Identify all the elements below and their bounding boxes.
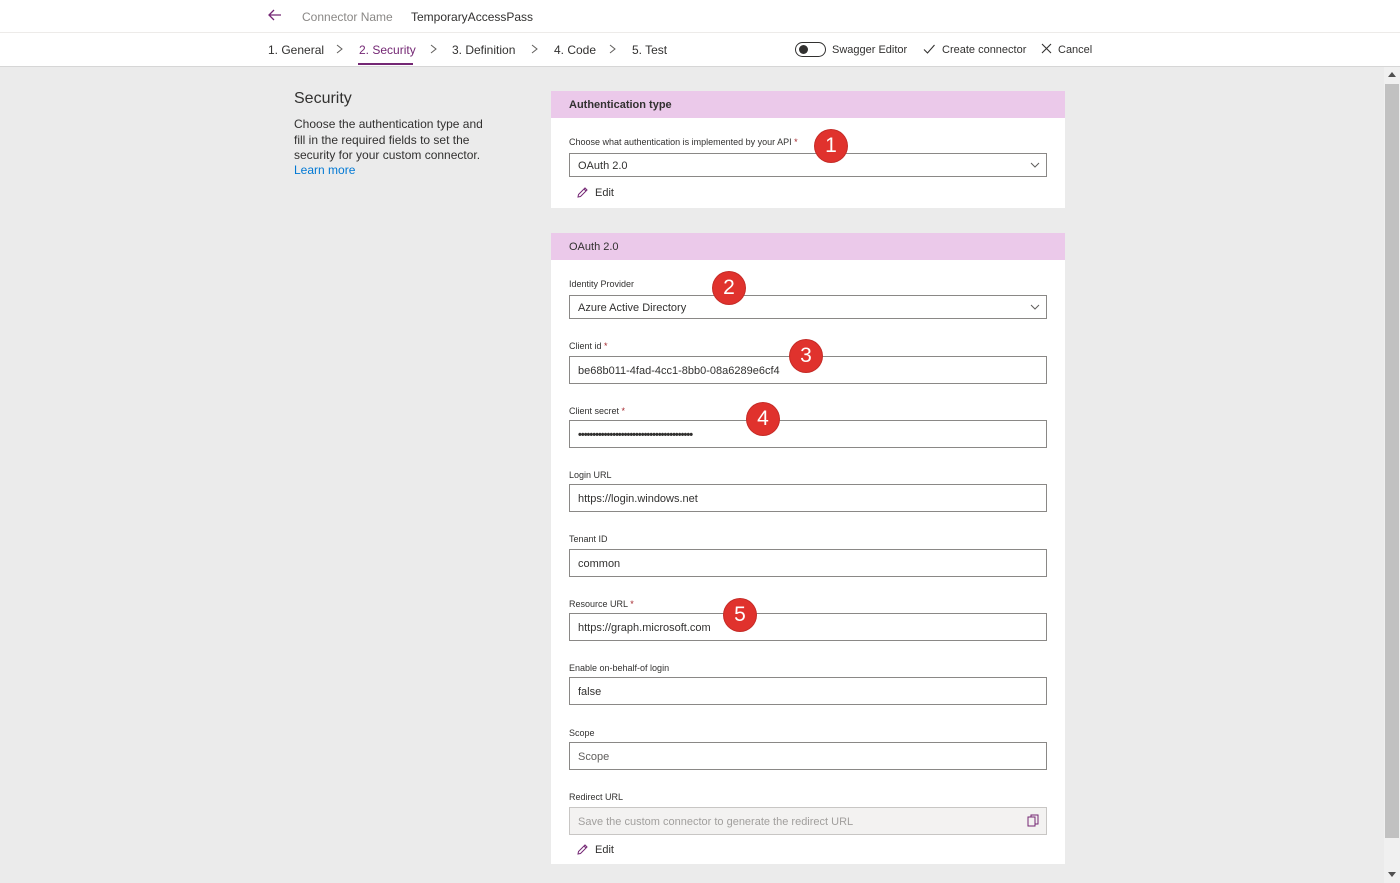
authentication-type-dropdown[interactable]: OAuth 2.0 [569, 153, 1047, 177]
client-id-label-row: Client id * [569, 341, 608, 351]
required-marker: * [604, 341, 608, 351]
redirect-url-input: Save the custom connector to generate th… [569, 807, 1047, 835]
annotation-badge: 3 [790, 340, 822, 372]
pencil-icon [577, 187, 588, 198]
dropdown-value: OAuth 2.0 [578, 160, 628, 172]
step-navigation: 1. General 2. Security 3. Definition 4. … [0, 33, 1400, 67]
authentication-type-card: Authentication type Choose what authenti… [551, 91, 1065, 208]
identity-provider-dropdown[interactable]: Azure Active Directory [569, 295, 1047, 319]
client-secret-label-row: Client secret * [569, 406, 625, 416]
step-test[interactable]: 5. Test [632, 43, 667, 57]
learn-more-link[interactable]: Learn more [294, 163, 355, 177]
client-id-label: Client id [569, 341, 602, 351]
chevron-down-icon [1030, 162, 1040, 168]
chevron-right-icon [609, 44, 616, 54]
cancel-button[interactable]: Cancel [1058, 44, 1092, 56]
oauth-card: OAuth 2.0 Identity Provider Azure Active… [551, 233, 1065, 864]
identity-provider-label: Identity Provider [569, 279, 635, 289]
swagger-editor-toggle[interactable] [795, 42, 826, 57]
on-behalf-of-label: Enable on-behalf-of login [569, 663, 670, 673]
pencil-icon [577, 844, 588, 855]
field-label: Choose what authentication is implemente… [569, 137, 798, 147]
section-description: Choose the authentication type and fill … [294, 117, 483, 162]
annotation-badge: 2 [713, 272, 745, 304]
step-definition[interactable]: 3. Definition [452, 43, 515, 57]
scope-input[interactable]: Scope [569, 742, 1047, 770]
required-marker: * [621, 406, 626, 416]
section-title: Security [294, 90, 352, 107]
copy-icon[interactable] [1027, 814, 1039, 828]
connector-name-value[interactable]: TemporaryAccessPass [411, 10, 533, 24]
back-arrow-icon[interactable] [266, 6, 284, 24]
client-secret-input[interactable]: •••••••••••••••••••••••••••••••••••••••• [569, 420, 1047, 448]
close-icon[interactable] [1040, 42, 1053, 55]
login-url-input[interactable]: https://login.windows.net [569, 484, 1047, 512]
chevron-right-icon [336, 44, 343, 54]
login-url-label: Login URL [569, 470, 612, 480]
card-header: Authentication type [551, 91, 1065, 118]
scroll-down-arrow-icon[interactable] [1387, 871, 1397, 879]
create-connector-button[interactable]: Create connector [942, 44, 1026, 56]
scope-label: Scope [569, 728, 595, 738]
redirect-url-label: Redirect URL [569, 792, 624, 802]
auth-type-label: Choose what authentication is implemente… [569, 137, 792, 147]
resource-url-label: Resource URL [569, 599, 628, 609]
client-secret-label: Client secret [569, 406, 620, 416]
scrollbar-thumb[interactable] [1385, 84, 1399, 838]
step-general[interactable]: 1. General [268, 43, 324, 57]
checkmark-icon[interactable] [922, 42, 936, 56]
toggle-knob [799, 45, 808, 54]
dropdown-value: Azure Active Directory [578, 302, 687, 314]
edit-label: Edit [595, 187, 614, 199]
resource-url-input[interactable]: https://graph.microsoft.com [569, 613, 1047, 641]
scroll-up-arrow-icon[interactable] [1387, 70, 1397, 78]
annotation-badge: 1 [815, 130, 847, 162]
step-security[interactable]: 2. Security [359, 43, 416, 57]
tenant-id-label: Tenant ID [569, 534, 608, 544]
resource-url-label-row: Resource URL * [569, 599, 634, 609]
swagger-editor-label[interactable]: Swagger Editor [832, 44, 907, 56]
connector-name-label: Connector Name [302, 10, 393, 24]
required-marker: * [794, 137, 798, 147]
required-marker: * [630, 599, 634, 609]
tenant-id-input[interactable]: common [569, 549, 1047, 577]
step-code[interactable]: 4. Code [554, 43, 596, 57]
active-step-underline [358, 63, 413, 65]
chevron-right-icon [430, 44, 437, 54]
on-behalf-of-input[interactable]: false [569, 677, 1047, 705]
annotation-badge: 5 [724, 599, 756, 631]
chevron-down-icon [1030, 304, 1040, 310]
annotation-badge: 4 [747, 403, 779, 435]
chevron-right-icon [531, 44, 538, 54]
redirect-url-placeholder: Save the custom connector to generate th… [578, 816, 854, 828]
card-header: OAuth 2.0 [551, 233, 1065, 260]
top-header: Connector Name TemporaryAccessPass [0, 0, 1400, 33]
edit-label: Edit [595, 844, 614, 856]
